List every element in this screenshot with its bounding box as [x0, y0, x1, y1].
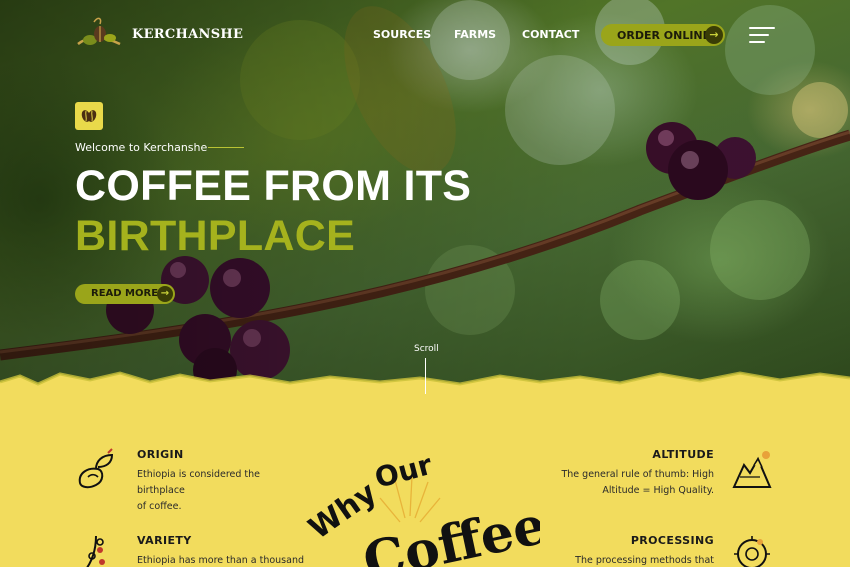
feature-origin-title: ORIGIN	[137, 448, 184, 461]
brand-name: KERCHANSHE	[132, 26, 244, 42]
scroll-indicator[interactable]: Scroll	[414, 344, 439, 354]
order-online-button[interactable]: ORDER ONLINE →	[601, 24, 725, 46]
feature-altitude-line2: Altitude = High Quality.	[602, 485, 714, 496]
feature-variety-text: Ethiopia has more than a thousand	[137, 555, 305, 566]
coffee-bean-badge-icon	[75, 102, 103, 130]
feature-processing-title: PROCESSING	[630, 534, 714, 547]
seedling-icon	[78, 448, 114, 489]
hero-title-line2: BIRTHPLACE	[75, 212, 356, 260]
why-our-coffee-heading: Why Our Coffee	[303, 448, 540, 567]
feature-variety-title: VARIETY	[137, 534, 192, 547]
mountain-altitude-icon	[732, 451, 772, 488]
coffee-branch-icon	[86, 535, 105, 567]
nav-item-contact[interactable]: CONTACT	[522, 28, 579, 41]
hamburger-menu-icon[interactable]	[749, 27, 775, 45]
feature-variety: VARIETY Ethiopia has more than a thousan…	[137, 534, 307, 567]
feature-altitude-title: ALTITUDE	[652, 448, 714, 461]
feature-altitude-text: The general rule of thumb: High Altitude…	[560, 467, 714, 499]
arrow-right-icon: →	[705, 26, 723, 44]
hero-title-line1: COFFEE FROM ITS	[75, 162, 472, 210]
read-more-label: READ MORE	[91, 288, 159, 299]
processing-icon	[734, 536, 770, 567]
read-more-button[interactable]: READ MORE →	[75, 284, 175, 304]
feature-origin-line2: of coffee.	[137, 501, 182, 512]
feature-origin-text: Ethiopia is considered the birthplace of…	[137, 467, 307, 515]
feature-origin: ORIGIN Ethiopia is considered the birthp…	[137, 448, 307, 515]
nav-item-sources[interactable]: SOURCES	[373, 28, 431, 41]
welcome-divider	[208, 147, 244, 148]
order-online-label: ORDER ONLINE	[617, 28, 711, 42]
feature-origin-line1: Ethiopia is considered the birthplace	[137, 469, 261, 496]
feature-processing: PROCESSING The processing methods that w…	[560, 534, 714, 567]
brand-logo[interactable]: KERCHANSHE	[74, 14, 243, 54]
coffee-word: Coffee	[358, 495, 540, 567]
nav-item-farms[interactable]: FARMS	[454, 28, 496, 41]
scroll-line	[425, 358, 426, 394]
feature-processing-text: The processing methods that we	[575, 555, 714, 566]
arrow-right-icon: →	[157, 286, 173, 302]
welcome-text: Welcome to Kerchanshe	[75, 141, 208, 154]
coffee-plant-logo-icon	[77, 17, 121, 46]
feature-altitude-line1: The general rule of thumb: High	[561, 469, 714, 480]
feature-altitude: ALTITUDE The general rule of thumb: High…	[560, 448, 714, 499]
